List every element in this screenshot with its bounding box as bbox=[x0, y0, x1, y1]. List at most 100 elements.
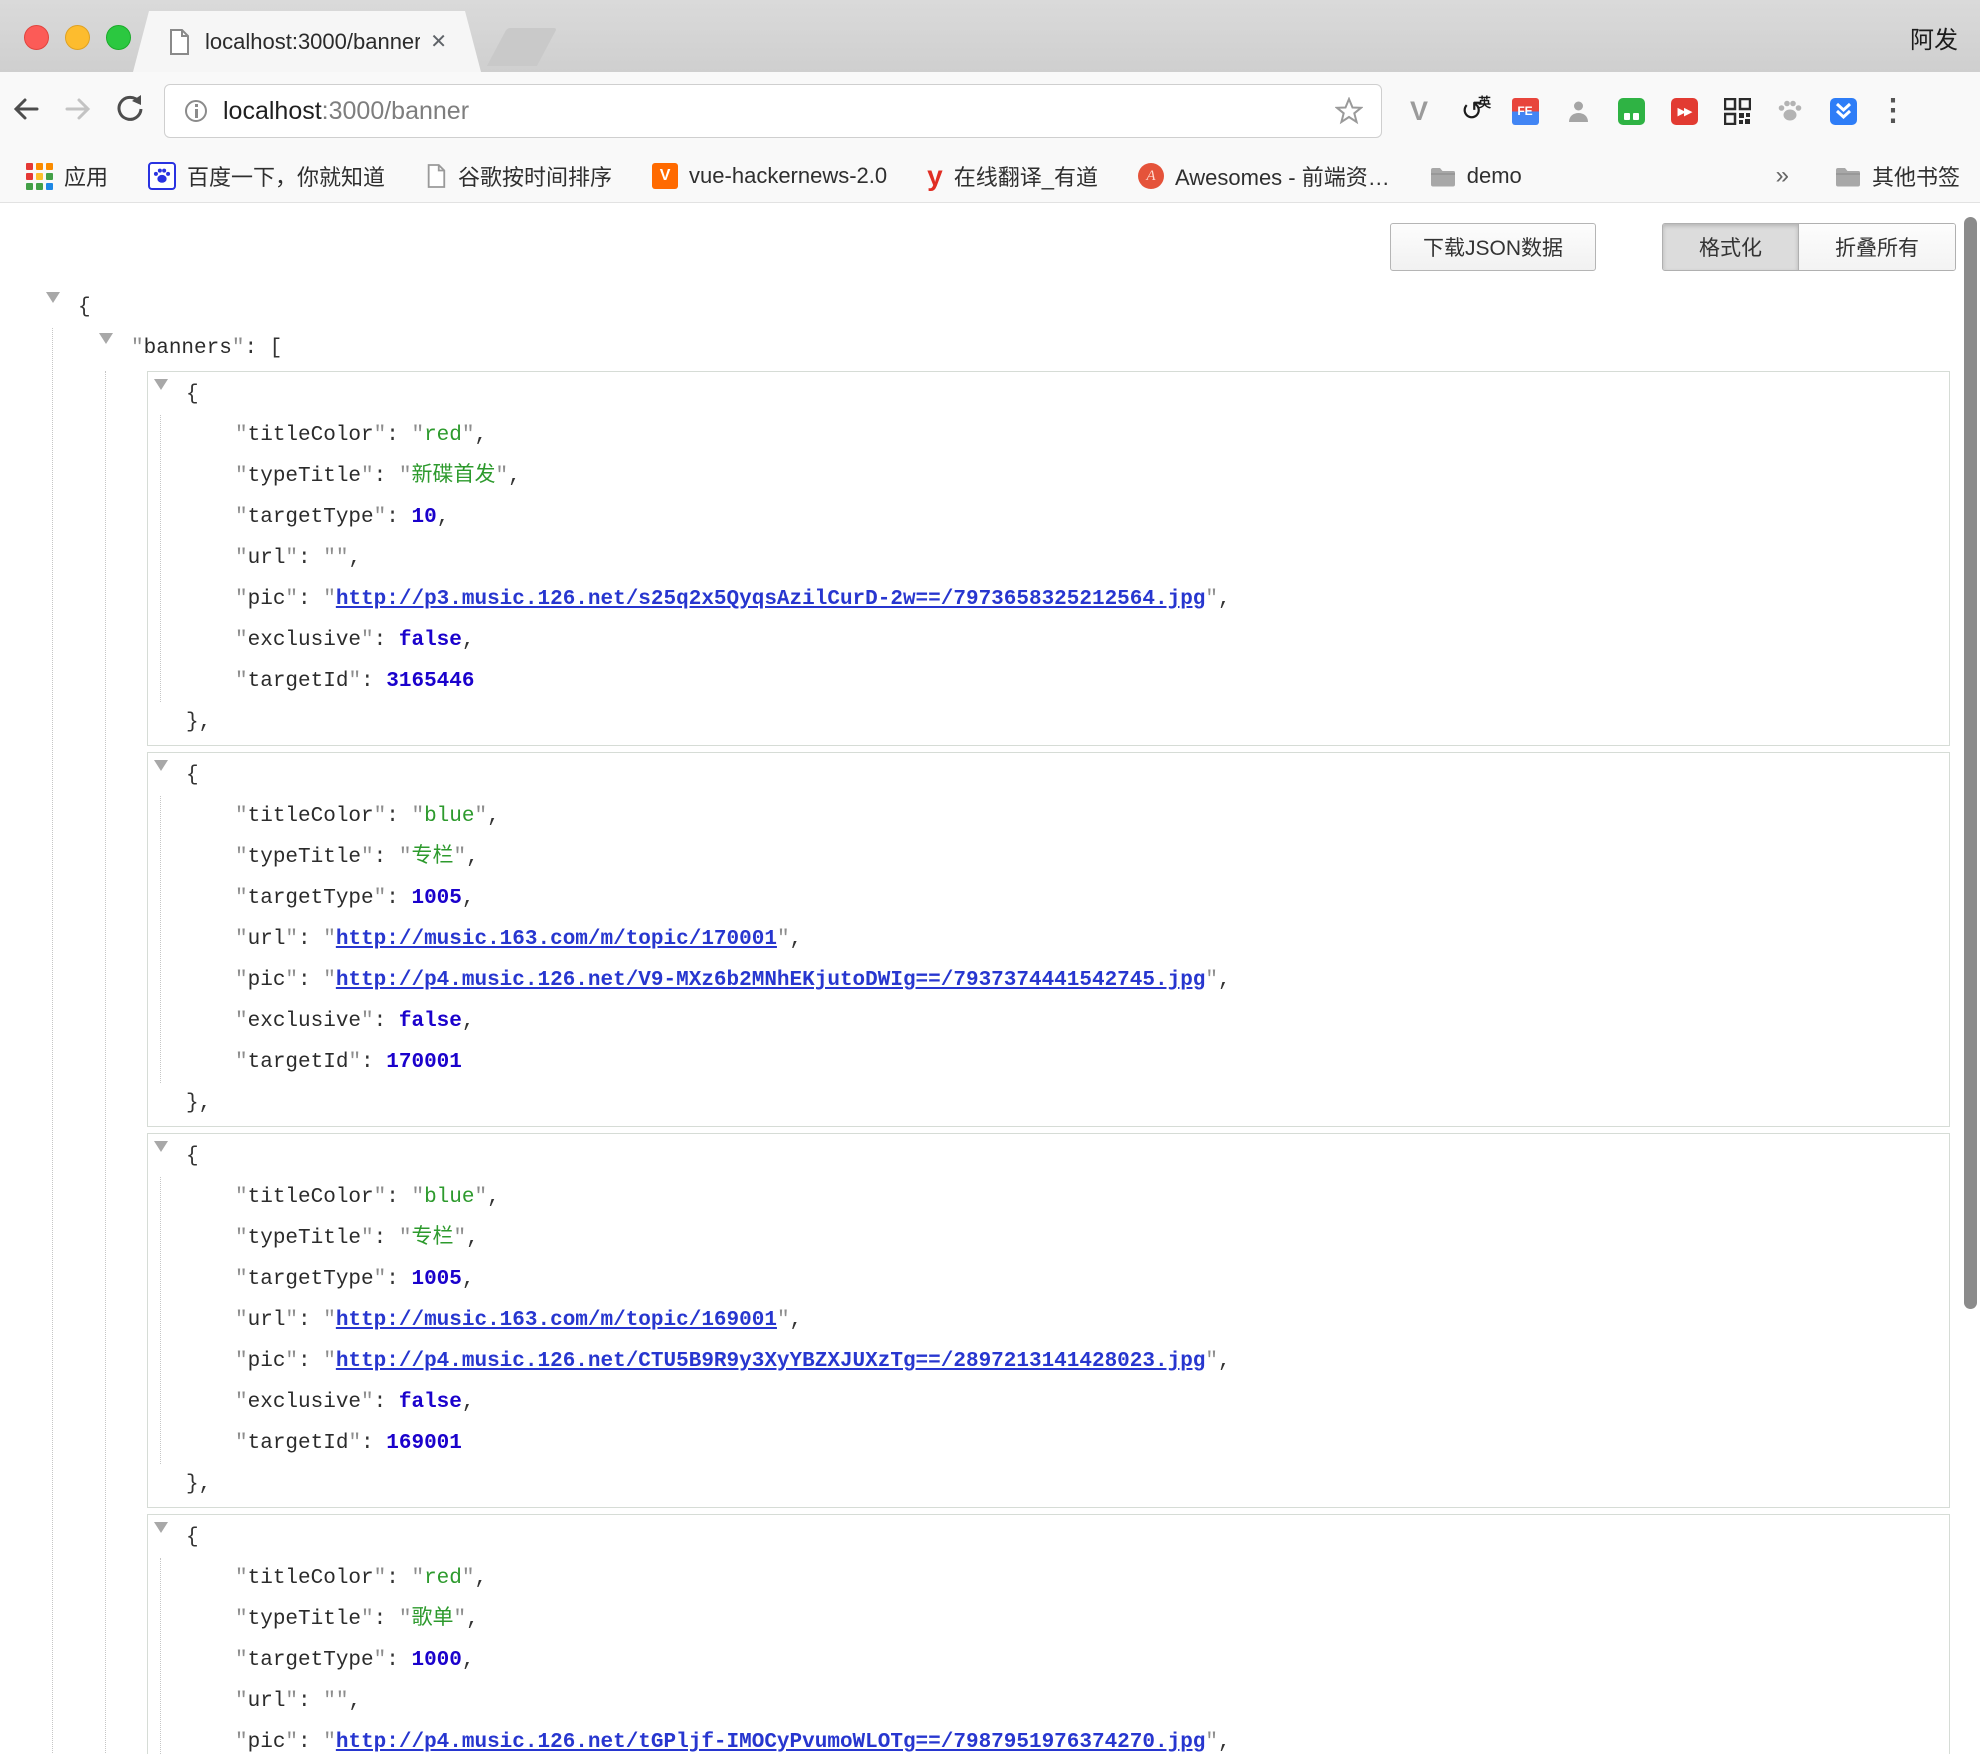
page-info-icon[interactable] bbox=[183, 98, 209, 124]
vimium-extension-icon[interactable]: V bbox=[1404, 96, 1434, 126]
json-value-string: red bbox=[411, 1567, 474, 1590]
json-value-link-wrap: http://music.163.com/m/topic/170001 bbox=[323, 928, 789, 951]
qrcode-extension-icon[interactable] bbox=[1722, 96, 1752, 126]
json-value-string bbox=[323, 547, 348, 570]
json-line: url bbox=[235, 1681, 1949, 1722]
new-tab-button[interactable] bbox=[487, 28, 557, 66]
browser-tab[interactable]: localhost:3000/banner ✕ bbox=[133, 11, 481, 72]
bookmarks-right-group: » 其他书签 bbox=[1776, 160, 1960, 192]
awesomes-icon: A bbox=[1138, 163, 1164, 189]
browser-window: localhost:3000/banner ✕ 阿发 bbox=[0, 0, 1980, 1754]
bookmark-label: 其他书签 bbox=[1872, 160, 1960, 192]
tab-close-icon[interactable]: ✕ bbox=[430, 29, 447, 54]
pic-url-link[interactable]: http://p3.music.126.net/s25q2x5QyqsAzilC… bbox=[336, 588, 1206, 611]
minimize-window-button[interactable] bbox=[65, 25, 90, 50]
json-value-string: blue bbox=[411, 1186, 487, 1209]
bookmark-star-icon[interactable] bbox=[1335, 97, 1363, 125]
browser-menu-icon[interactable]: ⋮ bbox=[1878, 96, 1908, 126]
collapse-toggle-icon[interactable] bbox=[154, 1141, 168, 1159]
bookmark-youdao-translate[interactable]: y 在线翻译_有道 bbox=[927, 160, 1098, 192]
json-line bbox=[148, 1464, 1949, 1505]
bookmarks-overflow-chevron[interactable]: » bbox=[1776, 162, 1789, 190]
collapse-all-button[interactable]: 折叠所有 bbox=[1798, 224, 1955, 270]
bookmark-label: Awesomes - 前端资… bbox=[1175, 160, 1390, 192]
profile-name[interactable]: 阿发 bbox=[1910, 20, 1958, 55]
address-bar[interactable]: localhost:3000/banner bbox=[164, 84, 1382, 138]
json-line: pichttp://p4.music.126.net/CTU5B9R9y3XyY… bbox=[235, 1341, 1949, 1382]
json-value-string bbox=[323, 1690, 348, 1713]
paw-extension-icon[interactable] bbox=[1775, 96, 1805, 126]
json-value-number: 10 bbox=[411, 506, 436, 529]
json-line bbox=[148, 702, 1949, 743]
bookmark-google-sort[interactable]: 谷歌按时间排序 bbox=[425, 160, 612, 192]
json-line bbox=[148, 1136, 1949, 1177]
baidu-paw-icon bbox=[148, 162, 176, 190]
back-arrow-icon bbox=[9, 93, 43, 125]
collapse-toggle-icon[interactable] bbox=[46, 292, 60, 310]
json-value-number: 1000 bbox=[411, 1649, 461, 1672]
json-key: targetType bbox=[235, 1268, 386, 1291]
json-line: url http://music.163.com/m/topic/170001 bbox=[235, 919, 1949, 960]
person-extension-icon[interactable] bbox=[1563, 96, 1593, 126]
open-brace bbox=[186, 383, 199, 406]
collapse-toggle-icon[interactable] bbox=[99, 333, 113, 351]
json-key: url bbox=[235, 1690, 298, 1713]
forward-button[interactable] bbox=[52, 93, 104, 130]
format-button[interactable]: 格式化 bbox=[1663, 224, 1798, 270]
pic-url-link[interactable]: http://p4.music.126.net/V9-MXz6b2MNhEKju… bbox=[336, 969, 1206, 992]
json-line: targetType1000 bbox=[235, 1640, 1949, 1681]
json-value-link-wrap: http://p3.music.126.net/s25q2x5QyqsAzilC… bbox=[323, 588, 1218, 611]
json-key: url bbox=[235, 928, 298, 951]
url-text[interactable]: localhost:3000/banner bbox=[223, 97, 1335, 126]
bookmark-apps[interactable]: 应用 bbox=[26, 160, 108, 192]
json-banners-line: banners bbox=[131, 328, 1950, 369]
youdao-icon: y bbox=[927, 162, 943, 190]
json-value-number: 1005 bbox=[411, 1268, 461, 1291]
json-line: targetId3165446 bbox=[235, 661, 1949, 702]
bookmarks-bar: 应用 百度一下，你就知道 谷歌按时间排序 V vue- bbox=[0, 150, 1980, 203]
banner-item-box: titleColorblue typeTitle专栏 targetType100… bbox=[147, 1133, 1950, 1508]
bookmark-baidu[interactable]: 百度一下，你就知道 bbox=[148, 160, 385, 192]
json-key: typeTitle bbox=[235, 465, 374, 488]
vue-icon: V bbox=[652, 163, 678, 189]
collapse-toggle-icon[interactable] bbox=[154, 379, 168, 397]
pic-url-link[interactable]: http://p4.music.126.net/CTU5B9R9y3XyYBZX… bbox=[336, 1350, 1206, 1373]
translate-zh-glyph: 英 bbox=[1478, 92, 1491, 111]
collapse-toggle-icon[interactable] bbox=[154, 1522, 168, 1540]
json-root-line bbox=[78, 287, 1950, 328]
browser-toolbar: localhost:3000/banner V ↺ 英 FE ▶▶ bbox=[0, 72, 1980, 150]
json-line: pichttp://p4.music.126.net/tGPljf-IMOCyP… bbox=[235, 1722, 1949, 1754]
fastforward-extension-icon[interactable]: ▶▶ bbox=[1669, 96, 1699, 126]
pic-url-link[interactable]: http://p4.music.126.net/tGPljf-IMOCyPvum… bbox=[336, 1731, 1206, 1754]
json-line bbox=[148, 374, 1949, 415]
vertical-scrollbar[interactable] bbox=[1964, 217, 1977, 1309]
json-line bbox=[148, 1083, 1949, 1124]
bookmark-folder-other[interactable]: 其他书签 bbox=[1835, 160, 1960, 192]
reload-icon bbox=[113, 92, 147, 126]
back-button[interactable] bbox=[0, 93, 52, 130]
close-window-button[interactable] bbox=[24, 25, 49, 50]
banner-item-box: titleColorred typeTitle新碟首发 targetType10… bbox=[147, 371, 1950, 746]
forward-arrow-icon bbox=[61, 93, 95, 125]
json-line: targetId170001 bbox=[235, 1042, 1949, 1083]
topic-url-link[interactable]: http://music.163.com/m/topic/169001 bbox=[336, 1309, 777, 1332]
json-key: typeTitle bbox=[235, 846, 374, 869]
json-line: exclusivefalse bbox=[235, 1001, 1949, 1042]
collapse-toggle-icon[interactable] bbox=[154, 760, 168, 778]
json-key: url bbox=[235, 1309, 298, 1332]
json-value-string: 专栏 bbox=[399, 846, 466, 869]
bookmark-vue-hackernews[interactable]: V vue-hackernews-2.0 bbox=[652, 163, 887, 189]
reload-button[interactable] bbox=[104, 92, 156, 131]
blue-v-extension-icon[interactable] bbox=[1828, 96, 1858, 126]
json-value-boolean: false bbox=[399, 1010, 462, 1033]
topic-url-link[interactable]: http://music.163.com/m/topic/170001 bbox=[336, 928, 777, 951]
apps-grid-icon bbox=[26, 163, 53, 190]
tampermonkey-extension-icon[interactable] bbox=[1616, 96, 1646, 126]
translate-extension-icon[interactable]: ↺ 英 bbox=[1457, 96, 1487, 126]
bookmark-awesomes[interactable]: A Awesomes - 前端资… bbox=[1138, 160, 1390, 192]
json-line: typeTitle专栏 bbox=[235, 1218, 1949, 1259]
fe-extension-icon[interactable]: FE bbox=[1510, 96, 1540, 126]
zoom-window-button[interactable] bbox=[106, 25, 131, 50]
download-json-button[interactable]: 下载JSON数据 bbox=[1390, 223, 1596, 271]
bookmark-folder-demo[interactable]: demo bbox=[1430, 163, 1522, 189]
